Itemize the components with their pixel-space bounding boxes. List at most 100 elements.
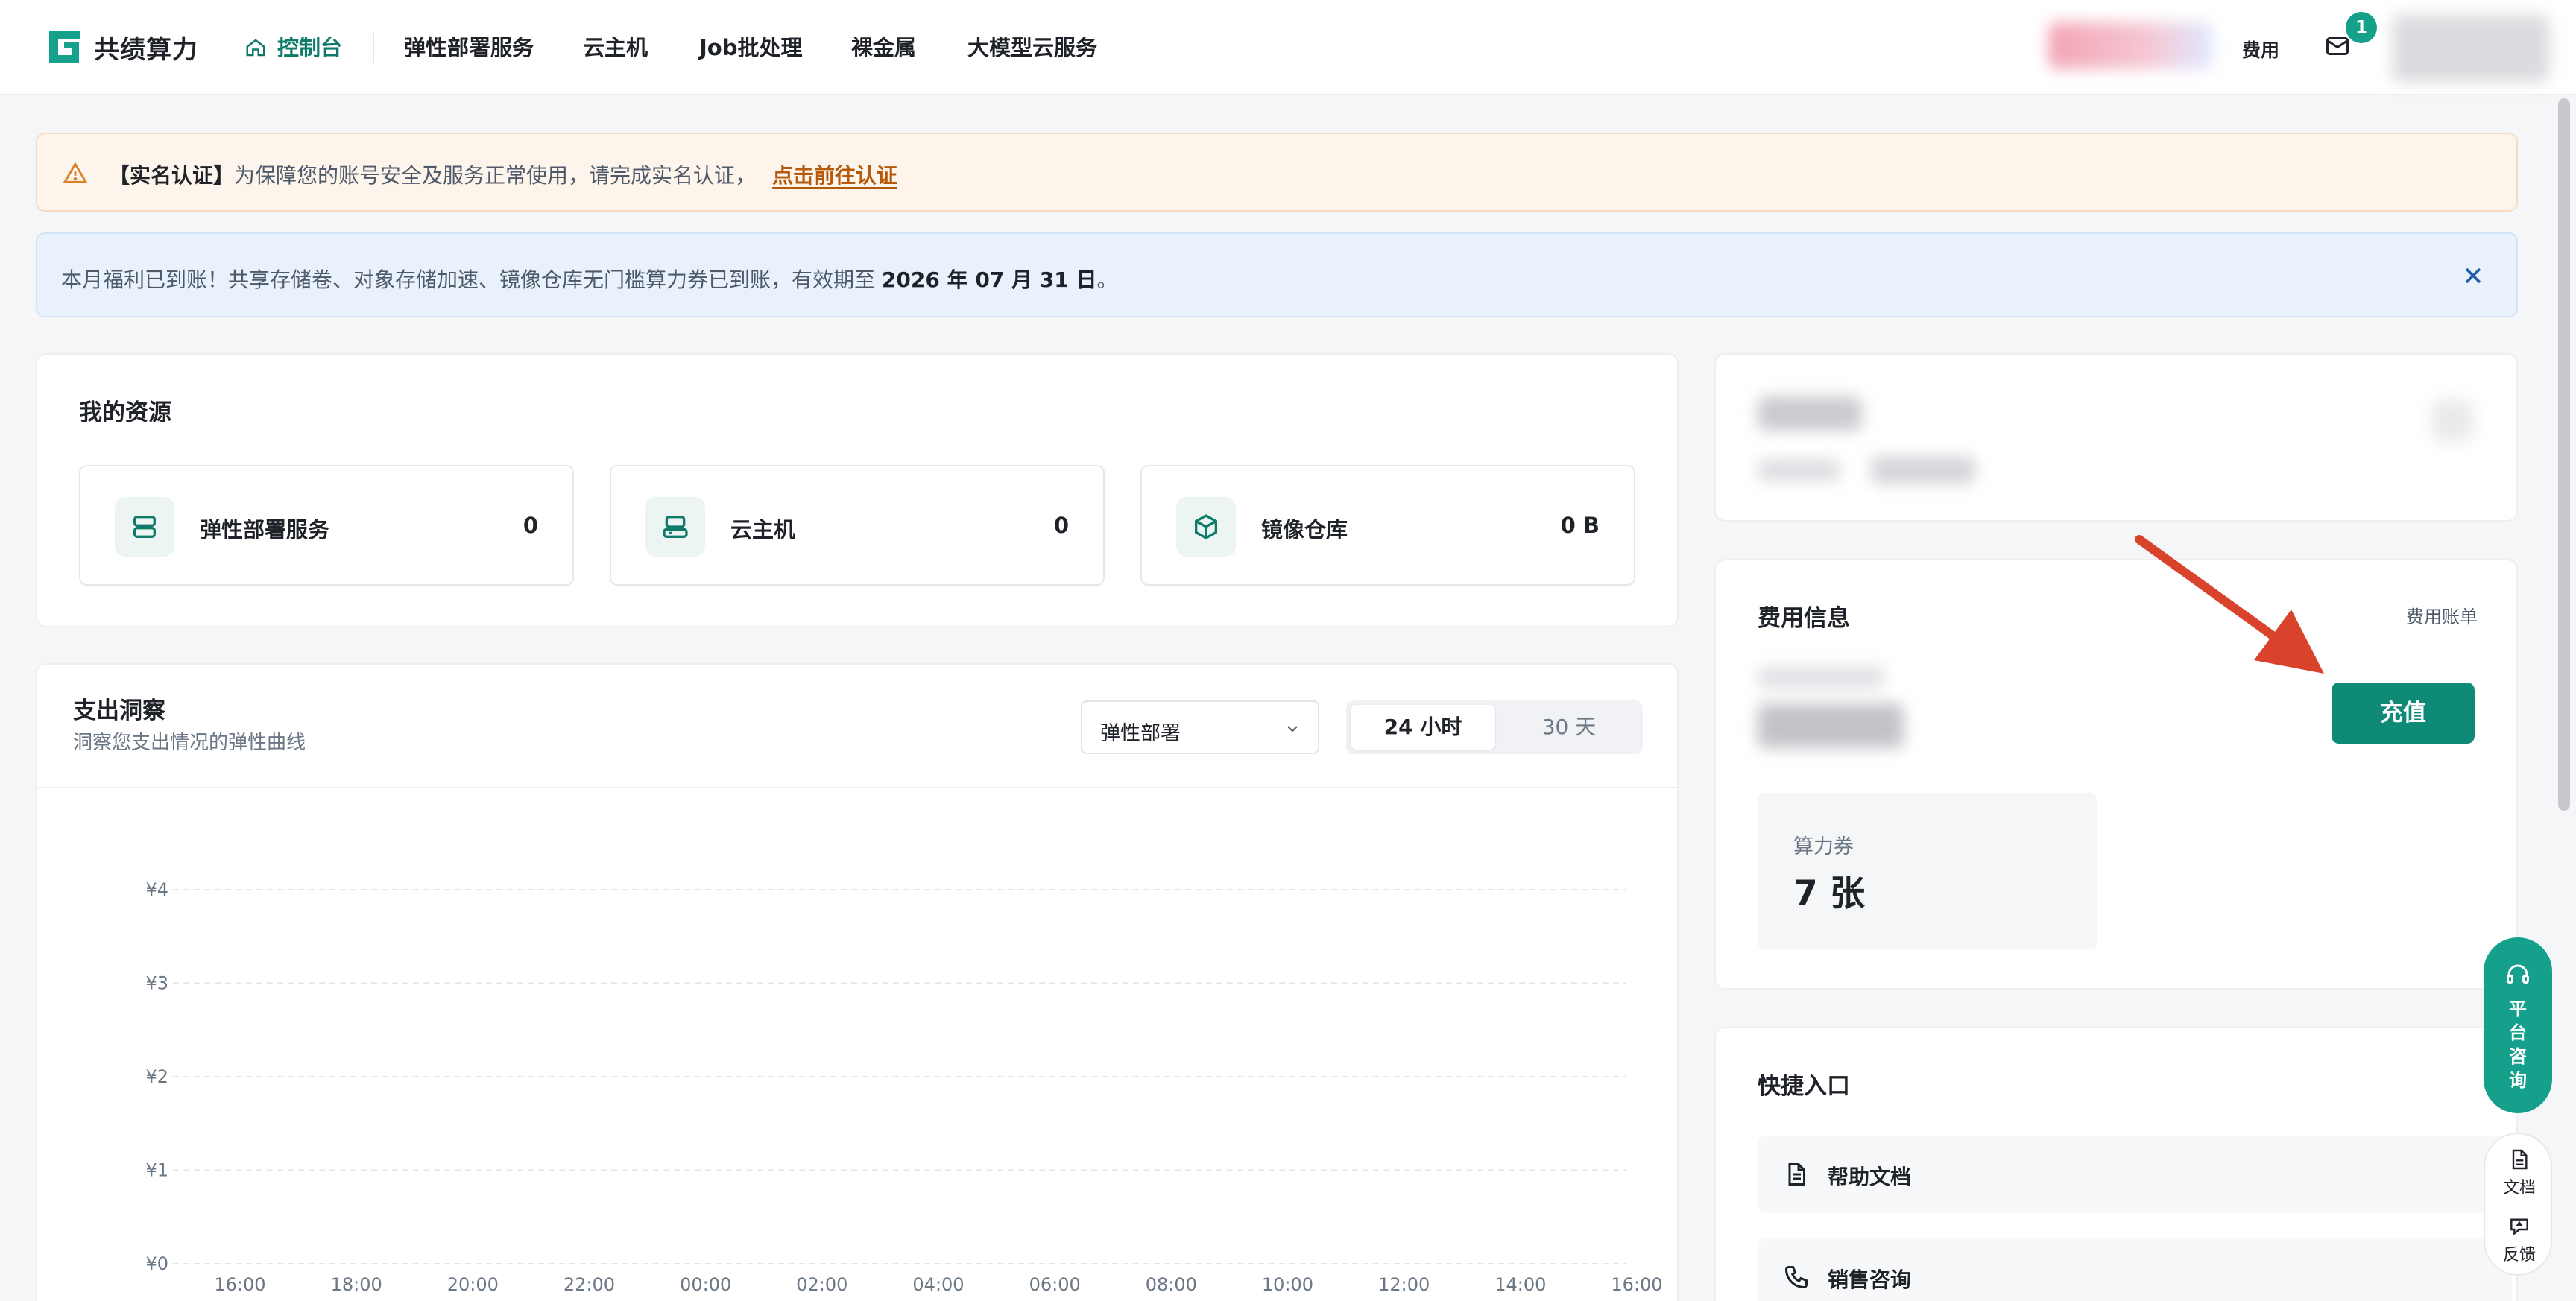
x-tick-label: 08:00 bbox=[1146, 1274, 1197, 1295]
verify-title: 【实名认证】 bbox=[109, 163, 235, 188]
quick-item-label: 销售咨询 bbox=[1828, 1267, 1912, 1292]
top-nav: 共绩算力 控制台 弹性部署服务 云主机 Job批处理 裸金属 大模型云服务 费用… bbox=[0, 0, 2576, 95]
x-tick-label: 14:00 bbox=[1494, 1274, 1546, 1295]
nav-cloud-host[interactable]: 云主机 bbox=[583, 33, 648, 63]
fee-card: 费用信息 费用账单 充值 算力券 7 张 bbox=[1714, 559, 2518, 990]
platform-consult-label: 平台咨询 bbox=[2484, 997, 2552, 1092]
brand-name: 共绩算力 bbox=[94, 34, 198, 65]
quick-sales-consult[interactable]: 销售咨询 bbox=[1758, 1238, 2512, 1301]
feedback-button[interactable]: 反馈 bbox=[2485, 1215, 2554, 1265]
account-card bbox=[1714, 353, 2518, 522]
y-tick-label: ¥2 bbox=[145, 1066, 168, 1087]
nav-console[interactable]: 控制台 bbox=[244, 33, 342, 63]
resource-image-registry[interactable]: 镜像仓库 0 B bbox=[1140, 465, 1635, 586]
x-tick-label: 12:00 bbox=[1378, 1274, 1430, 1295]
quick-title: 快捷入口 bbox=[1758, 1073, 1850, 1100]
x-tick-label: 04:00 bbox=[912, 1274, 964, 1295]
y-tick-label: ¥1 bbox=[145, 1160, 168, 1181]
x-tick-label: 20:00 bbox=[447, 1274, 499, 1295]
verify-banner: 【实名认证】为保障您的账号安全及服务正常使用，请完成实名认证， 点击前往认证 bbox=[36, 133, 2518, 212]
nav-divider bbox=[373, 33, 374, 63]
phone-icon bbox=[1784, 1266, 1808, 1289]
nav-job-batch[interactable]: Job批处理 bbox=[699, 33, 802, 63]
resources-card: 我的资源 弹性部署服务 0 云主机 0 镜像仓库 0 B bbox=[36, 353, 1679, 627]
server-icon bbox=[115, 497, 174, 557]
resource-label: 云主机 bbox=[730, 517, 796, 542]
fee-title: 费用信息 bbox=[1758, 605, 1850, 632]
coupon-value: 7 张 bbox=[1793, 873, 1866, 914]
coupon-label: 算力券 bbox=[1793, 835, 1854, 858]
box-icon bbox=[1176, 497, 1236, 557]
benefit-message: 本月福利已到账！共享存储卷、对象存储加速、镜像仓库无门槛算力券已到账，有效期至 bbox=[61, 268, 882, 292]
y-tick-label: ¥4 bbox=[145, 879, 168, 900]
resource-label: 镜像仓库 bbox=[1261, 517, 1348, 542]
mail-icon[interactable] bbox=[2324, 33, 2351, 60]
benefit-banner: 本月福利已到账！共享存储卷、对象存储加速、镜像仓库无门槛算力券已到账，有效期至 … bbox=[36, 232, 2518, 317]
benefit-end: 。 bbox=[1096, 268, 1118, 292]
account-name-blurred bbox=[1758, 396, 1862, 431]
x-tick-label: 22:00 bbox=[564, 1274, 615, 1295]
consult-char: 台 bbox=[2509, 1022, 2527, 1043]
y-tick-label: ¥3 bbox=[145, 973, 168, 994]
resource-value: 0 bbox=[523, 513, 538, 538]
arrow-annotation bbox=[2135, 535, 2324, 674]
coupon-box: 算力券 7 张 bbox=[1758, 793, 2097, 949]
host-icon bbox=[645, 497, 705, 557]
benefit-text: 本月福利已到账！共享存储卷、对象存储加速、镜像仓库无门槛算力券已到账，有效期至 … bbox=[61, 264, 1118, 294]
spending-chart: ¥4 ¥3 ¥2 ¥1 ¥0 16:00 18:00 20:00 22:00 00:00 02:00… bbox=[145, 879, 1662, 1295]
verify-text: 【实名认证】为保障您的账号安全及服务正常使用，请完成实名认证， 点击前往认证 bbox=[109, 159, 897, 189]
account-balance-blurred bbox=[2048, 22, 2212, 69]
x-tick-label: 16:00 bbox=[1611, 1274, 1662, 1295]
balance-label-blurred bbox=[1758, 666, 1884, 689]
document-icon bbox=[2512, 1149, 2528, 1170]
close-icon[interactable] bbox=[2460, 262, 2487, 289]
balance-value-blurred bbox=[1758, 703, 1904, 748]
account-action-blurred[interactable] bbox=[2431, 399, 2473, 441]
nav-console-label: 控制台 bbox=[277, 35, 343, 60]
account-tag-blurred bbox=[1871, 456, 1975, 484]
float-toolbar: 文档 反馈 bbox=[2484, 1133, 2552, 1276]
resource-elastic-deploy[interactable]: 弹性部署服务 0 bbox=[79, 465, 574, 586]
feedback-icon bbox=[2510, 1218, 2528, 1235]
platform-consult-button[interactable]: 平台咨询 bbox=[2484, 937, 2552, 1113]
nav-llm-cloud[interactable]: 大模型云服务 bbox=[967, 33, 1097, 63]
consult-char: 询 bbox=[2509, 1070, 2527, 1091]
x-tick-label: 02:00 bbox=[796, 1274, 847, 1295]
account-id-blurred bbox=[1758, 459, 1840, 481]
nav-bare-metal[interactable]: 裸金属 bbox=[851, 33, 916, 63]
logo-icon bbox=[49, 31, 80, 63]
recharge-button[interactable]: 充值 bbox=[2332, 683, 2475, 744]
x-tick-label: 06:00 bbox=[1029, 1274, 1081, 1295]
nav-fee-link[interactable]: 费用 bbox=[2242, 36, 2279, 63]
spending-card: 支出洞察 洞察您支出情况的弹性曲线 弹性部署 24 小时 30 天 ¥4 ¥3 ¥2… bbox=[36, 663, 1679, 1301]
warning-icon bbox=[63, 162, 88, 183]
mail-badge: 1 bbox=[2346, 12, 2377, 43]
x-tick-label: 18:00 bbox=[331, 1274, 382, 1295]
page-scrollbar[interactable] bbox=[2558, 98, 2570, 811]
home-icon bbox=[246, 39, 265, 57]
headset-icon bbox=[2507, 964, 2529, 984]
docs-label: 文档 bbox=[2502, 1179, 2536, 1197]
y-tick-label: ¥0 bbox=[145, 1253, 168, 1274]
nav-elastic-deploy[interactable]: 弹性部署服务 bbox=[404, 33, 534, 63]
user-avatar-blurred[interactable] bbox=[2393, 15, 2549, 82]
document-icon bbox=[1788, 1163, 1805, 1186]
quick-help-docs[interactable]: 帮助文档 bbox=[1758, 1136, 2512, 1213]
quick-card: 快捷入口 帮助文档 销售咨询 bbox=[1714, 1027, 2518, 1301]
verify-link[interactable]: 点击前往认证 bbox=[772, 163, 897, 188]
resource-value: 0 bbox=[1053, 513, 1069, 538]
consult-char: 咨 bbox=[2509, 1046, 2527, 1067]
quick-item-label: 帮助文档 bbox=[1828, 1165, 1912, 1189]
x-tick-label: 10:00 bbox=[1262, 1274, 1313, 1295]
consult-char: 平 bbox=[2509, 998, 2527, 1019]
feedback-label: 反馈 bbox=[2502, 1246, 2536, 1264]
docs-button[interactable]: 文档 bbox=[2485, 1148, 2554, 1198]
verify-message: 为保障您的账号安全及服务正常使用，请完成实名认证， bbox=[234, 163, 757, 188]
benefit-date: 2026 年 07 月 31 日 bbox=[881, 268, 1097, 292]
resources-title: 我的资源 bbox=[79, 399, 171, 426]
resource-label: 弹性部署服务 bbox=[200, 517, 330, 542]
fee-bill-link[interactable]: 费用账单 bbox=[2406, 602, 2478, 628]
brand-logo[interactable]: 共绩算力 bbox=[46, 28, 198, 66]
resource-cloud-host[interactable]: 云主机 0 bbox=[610, 465, 1105, 586]
x-tick-label: 00:00 bbox=[680, 1274, 731, 1295]
